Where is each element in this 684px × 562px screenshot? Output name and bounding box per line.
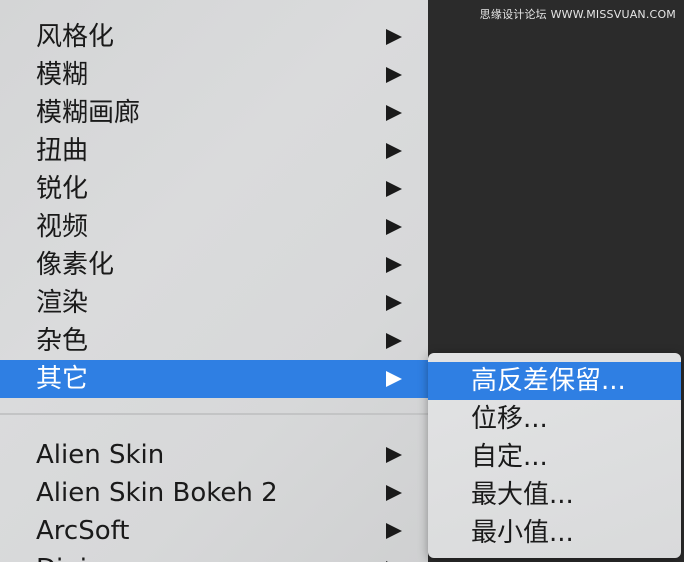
submenu-item-custom[interactable]: 自定... xyxy=(428,438,681,476)
triangle-right-icon xyxy=(386,143,402,159)
triangle-right-icon xyxy=(386,29,402,45)
submenu-item-label: 位移... xyxy=(471,404,548,434)
triangle-right-icon xyxy=(386,295,402,311)
menu-item-label: 其它 xyxy=(36,364,89,394)
menu-item-blur-gallery[interactable]: 模糊画廊 xyxy=(0,94,428,132)
menu-item-pixelate[interactable]: 像素化 xyxy=(0,246,428,284)
triangle-right-icon xyxy=(386,371,402,387)
menu-item-label: 杂色 xyxy=(36,326,89,356)
submenu-item-label: 高反差保留... xyxy=(471,366,626,396)
triangle-right-icon xyxy=(386,105,402,121)
menu-item-label: Alien Skin Bokeh 2 xyxy=(36,478,278,508)
triangle-right-icon xyxy=(386,257,402,273)
menu-item-label: 模糊 xyxy=(36,60,89,90)
triangle-right-icon xyxy=(386,333,402,349)
menu-item-alien-skin-bokeh-2[interactable]: Alien Skin Bokeh 2 xyxy=(0,474,428,512)
menu-item-arcsoft[interactable]: ArcSoft xyxy=(0,512,428,550)
menu-item-other[interactable]: 其它 xyxy=(0,360,428,398)
menu-item-video[interactable]: 视频 xyxy=(0,208,428,246)
submenu-item-maximum[interactable]: 最大值... xyxy=(428,476,681,514)
triangle-right-icon xyxy=(386,485,402,501)
menu-item-label: Alien Skin xyxy=(36,440,165,470)
menu-item-noise[interactable]: 杂色 xyxy=(0,322,428,360)
menu-item-alien-skin[interactable]: Alien Skin xyxy=(0,436,428,474)
menu-item-label: 扭曲 xyxy=(36,136,89,166)
menu-item-label: 模糊画廊 xyxy=(36,98,141,128)
menu-item-blur[interactable]: 模糊 xyxy=(0,56,428,94)
triangle-right-icon xyxy=(386,447,402,463)
menu-item-label: 渲染 xyxy=(36,288,89,318)
submenu-item-offset[interactable]: 位移... xyxy=(428,400,681,438)
menu-item-distort[interactable]: 扭曲 xyxy=(0,132,428,170)
menu-item-label: 风格化 xyxy=(36,22,115,52)
triangle-right-icon xyxy=(386,67,402,83)
submenu-item-label: 自定... xyxy=(471,442,548,472)
menu-item-label: 锐化 xyxy=(36,174,89,204)
menu-item-label: ArcSoft xyxy=(36,516,130,546)
menu-item-render[interactable]: 渲染 xyxy=(0,284,428,322)
menu-item-stylize[interactable]: 风格化 xyxy=(0,18,428,56)
submenu-item-label: 最大值... xyxy=(471,480,574,510)
menu-item-digimarc[interactable]: Digimarc xyxy=(0,550,428,562)
filter-menu: 风格化 模糊 模糊画廊 扭曲 锐化 视频 像素化 渲染 杂色 其它 Alien … xyxy=(0,0,428,562)
menu-item-label: 像素化 xyxy=(36,250,115,280)
other-submenu: 高反差保留... 位移... 自定... 最大值... 最小值... xyxy=(428,353,681,558)
watermark-text: 思缘设计论坛 WWW.MISSVUAN.COM xyxy=(479,8,676,21)
triangle-right-icon xyxy=(386,523,402,539)
triangle-right-icon xyxy=(386,219,402,235)
triangle-right-icon xyxy=(386,181,402,197)
submenu-item-minimum[interactable]: 最小值... xyxy=(428,514,681,552)
submenu-item-high-pass[interactable]: 高反差保留... xyxy=(428,362,681,400)
submenu-item-label: 最小值... xyxy=(471,518,574,548)
menu-item-sharpen[interactable]: 锐化 xyxy=(0,170,428,208)
menu-separator xyxy=(0,413,428,415)
menu-item-label: 视频 xyxy=(36,212,89,242)
menu-item-label: Digimarc xyxy=(36,550,153,562)
